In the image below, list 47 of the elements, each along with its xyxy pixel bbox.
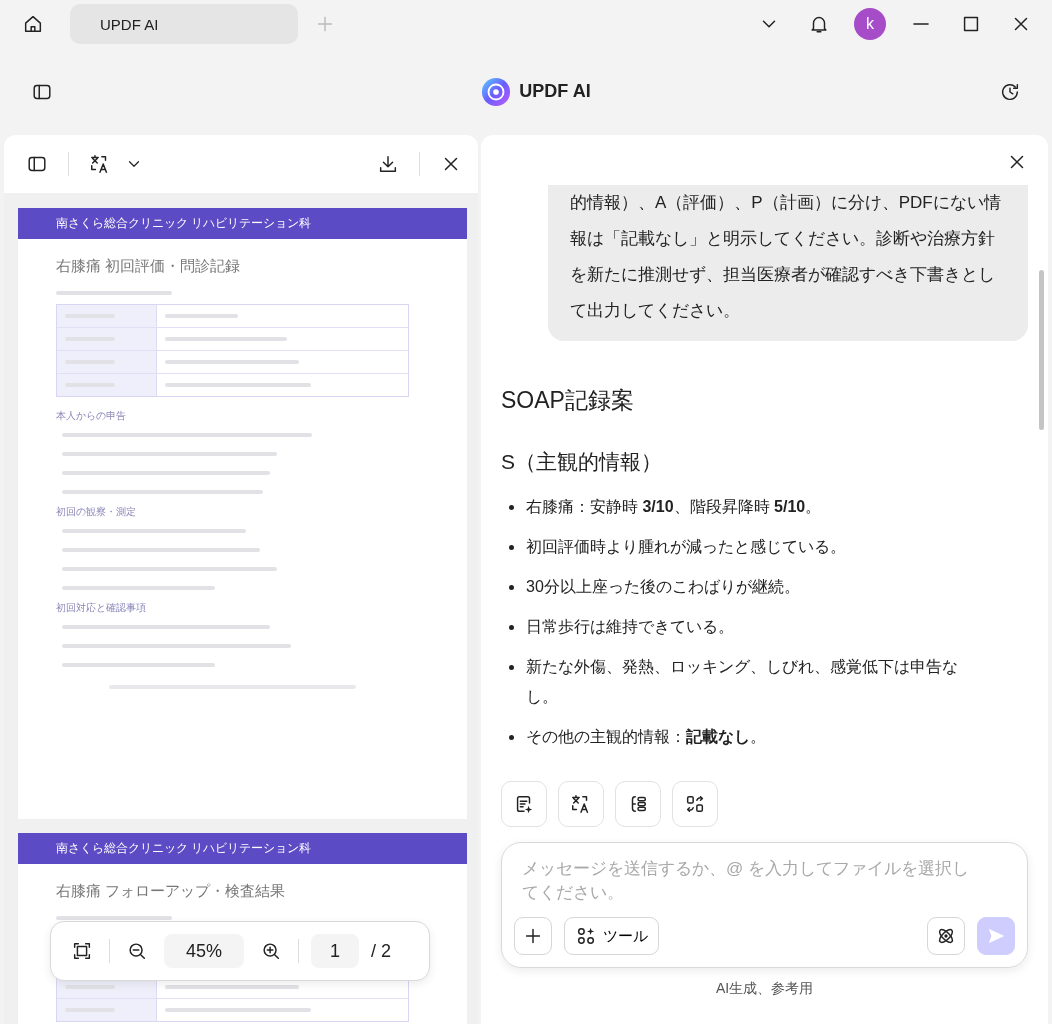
app-logo-icon: [481, 76, 512, 107]
section-heading: 本人からの申告: [56, 409, 127, 423]
convert-button[interactable]: [672, 781, 718, 827]
home-icon: [22, 13, 44, 35]
zoom-field[interactable]: 45%: [164, 934, 244, 968]
zoom-out-icon: [126, 940, 148, 962]
disclaimer-text: AI生成、参考用: [714, 980, 815, 998]
section-heading: 初回対応と確認事項: [56, 601, 147, 615]
document-tab[interactable]: UPDF AI: [70, 4, 298, 44]
attach-button[interactable]: [514, 917, 552, 955]
tools-grid-icon: [575, 925, 597, 947]
summarize-button[interactable]: [501, 781, 547, 827]
convert-arrows-icon: [684, 793, 706, 815]
bullet-icon: [509, 735, 514, 740]
answer-title: SOAP記録案: [501, 386, 635, 415]
section-heading: 初回の観察・測定: [56, 505, 137, 519]
user-message: 的情報）、A（評価）、P（計画）に分け、PDFにない情報は「記載なし」と明示してください。診断や治療方針を新たに推測せず、担当医療者が確認すべき下書きとして出力してください。: [548, 185, 1028, 341]
outline-button[interactable]: [615, 781, 661, 827]
page-title: 右膝痛 初回評価・問診記録: [56, 257, 242, 276]
fit-frame-icon: [71, 940, 93, 962]
minimize-icon: [913, 23, 929, 25]
download-icon: [377, 153, 399, 175]
page-header-banner: 南さくら総合クリニック リハビリテーション科: [18, 208, 467, 239]
avatar-button[interactable]: k: [854, 8, 886, 40]
answer-list-item: 30分以上座った後のこわばりが継続。: [526, 577, 800, 597]
page-number-field[interactable]: 1: [311, 934, 359, 968]
page-title: 右膝痛 フォローアップ・検査結果: [56, 882, 287, 901]
app-title: UPDF AI: [519, 81, 591, 102]
bullet-icon: [509, 665, 514, 670]
deep-think-button[interactable]: [927, 917, 965, 955]
answer-list-item: その他の主観的情報：記載なし。: [526, 727, 766, 748]
bullet-icon: [509, 585, 514, 590]
tools-button[interactable]: ツール: [564, 917, 659, 955]
translate-button[interactable]: [558, 781, 604, 827]
page-header-banner: 南さくら総合クリニック リハビリテーション科: [18, 833, 467, 864]
zoom-in-icon: [260, 940, 282, 962]
bullet-icon: [509, 625, 514, 630]
answer-list-item: 初回評価時より腫れが減ったと感じている。: [526, 537, 846, 557]
answer-list-item: 新たな外傷、発熱、ロッキング、しびれ、感覚低下は申告なし。: [526, 657, 959, 707]
scrollbar-thumb[interactable]: [1039, 270, 1044, 430]
bullet-icon: [509, 545, 514, 550]
answer-section-heading: S（主観的情報）: [501, 449, 663, 475]
answer-list-item: 右膝痛：安静時 3/10、階段昇降時 5/10。: [526, 497, 822, 517]
answer-list-item: 日常歩行は維持できている。: [526, 617, 734, 637]
page-total: / 2: [371, 940, 391, 962]
message-input-box[interactable]: メッセージを送信するか、@ を入力してファイルを選択してください。 ツール: [501, 842, 1028, 968]
bullet-icon: [509, 505, 514, 510]
